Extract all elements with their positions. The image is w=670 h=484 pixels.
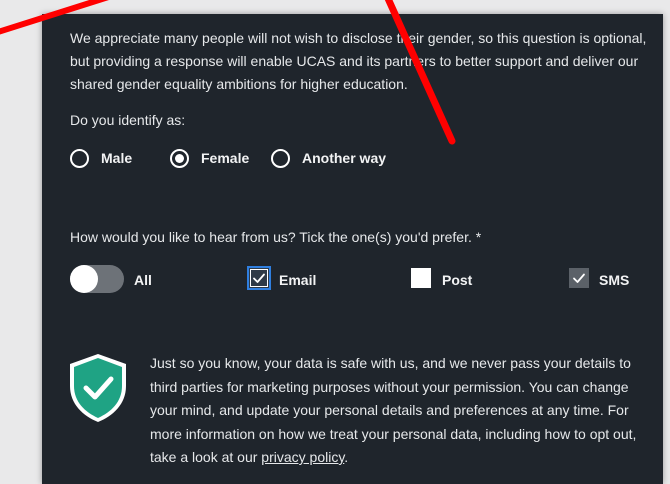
radio-male[interactable]: Male bbox=[70, 146, 132, 170]
gender-question: Do you identify as: bbox=[70, 112, 186, 128]
email-checkbox-box bbox=[250, 269, 268, 287]
privacy-notice: Just so you know, your data is safe with… bbox=[150, 352, 650, 470]
privacy-policy-link[interactable]: privacy policy bbox=[261, 449, 344, 465]
privacy-text: Just so you know, your data is safe with… bbox=[150, 355, 637, 465]
radio-female[interactable]: Female bbox=[170, 146, 249, 170]
email-label: Email bbox=[279, 272, 317, 288]
radio-another-way[interactable]: Another way bbox=[271, 146, 386, 170]
contact-question: How would you like to hear from us? Tick… bbox=[70, 229, 482, 245]
toggle-label-all: All bbox=[134, 272, 152, 288]
radio-label-male: Male bbox=[101, 150, 133, 166]
form-panel: We appreciate many people will not wish … bbox=[42, 14, 663, 484]
sms-checkbox[interactable] bbox=[569, 268, 589, 288]
all-toggle[interactable] bbox=[70, 265, 124, 293]
radio-circle-male[interactable] bbox=[70, 148, 89, 168]
post-checkbox[interactable] bbox=[411, 268, 431, 288]
radio-circle-female[interactable] bbox=[170, 148, 189, 168]
privacy-trailing: . bbox=[344, 449, 349, 465]
check-icon bbox=[253, 273, 265, 283]
toggle-knob bbox=[70, 265, 98, 293]
email-checkbox[interactable] bbox=[247, 266, 271, 290]
radio-label-another-way: Another way bbox=[302, 150, 387, 166]
post-label: Post bbox=[442, 272, 473, 288]
shield-check-icon bbox=[70, 354, 126, 422]
sms-label: SMS bbox=[599, 272, 630, 288]
check-icon bbox=[573, 273, 585, 283]
gender-intro-text: We appreciate many people will not wish … bbox=[70, 30, 647, 92]
radio-label-female: Female bbox=[201, 150, 250, 166]
radio-circle-another-way[interactable] bbox=[271, 148, 290, 168]
